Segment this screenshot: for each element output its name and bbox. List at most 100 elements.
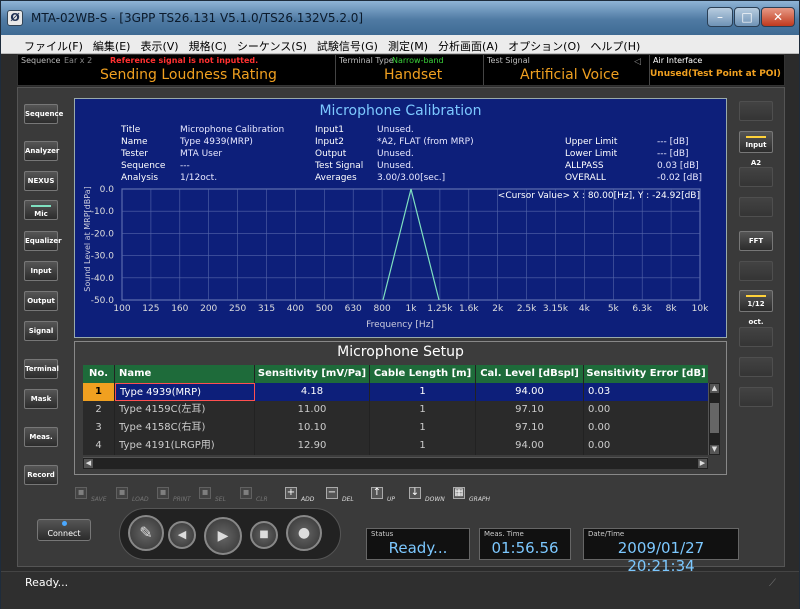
cell-cable[interactable]: 1 (370, 437, 476, 455)
status-strip: Sequence Ear x 2 Reference signal is not… (17, 54, 785, 86)
stop-icon[interactable]: ■ (250, 521, 278, 549)
save-button[interactable]: ▪ SAVE (73, 485, 113, 507)
scroll-up-icon[interactable]: ▲ (710, 384, 719, 393)
terminal-value: Handset (384, 67, 443, 83)
title-bar[interactable]: Ø MTA-02WB-S - [3GPP TS26.131 V5.1.0/TS2… (1, 1, 799, 35)
col-name[interactable]: Name (115, 365, 255, 383)
add-label: ADD (301, 496, 315, 503)
air-value: Unused(Test Point at POI) (650, 69, 781, 79)
down-button[interactable]: ↓ DOWN (407, 485, 447, 507)
cell-cal-level[interactable]: 94.00 (476, 437, 584, 455)
x-tick-label: 2.5k (517, 304, 537, 314)
nexus-button[interactable]: NEXUS (24, 171, 58, 191)
table-header: No. Name Sensitivity [mV/Pa] Cable Lengt… (83, 365, 708, 383)
menu-measure[interactable]: 測定(M) (383, 35, 433, 53)
input-a2-button[interactable]: Input A2 (739, 131, 773, 167)
col-sensitivity[interactable]: Sensitivity [mV/Pa] (255, 365, 370, 383)
pen-icon[interactable]: ✎ (128, 515, 164, 551)
menu-sequence[interactable]: シーケンス(S) (232, 35, 312, 53)
maximize-button[interactable]: □ (734, 7, 760, 27)
col-sens-error[interactable]: Sensitivity Error [dB] (584, 365, 708, 383)
right-slot-3 (739, 197, 773, 217)
app-icon: Ø (7, 10, 23, 26)
analyzer-button[interactable]: Analyzer (24, 141, 59, 161)
menu-test-signal[interactable]: 試験信号(G) (312, 35, 383, 53)
select-label: SEL (215, 496, 226, 503)
up-button[interactable]: ↑ UP (369, 485, 409, 507)
print-button[interactable]: ▪ PRINT (155, 485, 195, 507)
cell-cable[interactable]: 1 (370, 383, 476, 401)
col-no[interactable]: No. (83, 365, 115, 383)
mic-button[interactable]: Mic (24, 200, 58, 220)
terminal-button[interactable]: Terminal (24, 359, 59, 379)
x-tick-label: 160 (171, 304, 188, 314)
speaker-mute-icon[interactable]: ◀ (168, 521, 196, 549)
meas-button[interactable]: Meas. (24, 427, 58, 447)
menu-view[interactable]: 表示(V) (135, 35, 183, 53)
cell-cable[interactable]: 1 (370, 419, 476, 437)
table-vertical-scrollbar[interactable]: ▲ ▼ (708, 383, 720, 455)
fft-button[interactable]: FFT (739, 231, 773, 251)
input-a2-indicator (746, 136, 766, 138)
oct-button[interactable]: 1/12 oct. (739, 290, 773, 326)
scroll-down-icon[interactable]: ▼ (710, 445, 719, 454)
add-button[interactable]: + ADD (283, 485, 323, 507)
cell-name[interactable]: Type 4159C(左耳) (115, 401, 255, 419)
x-tick-label: 4k (579, 304, 591, 314)
scroll-thumb[interactable] (710, 403, 719, 433)
cell-sensitivity[interactable]: 11.00 (255, 401, 370, 419)
cell-cable[interactable]: 1 (370, 401, 476, 419)
menu-edit[interactable]: 編集(E) (88, 35, 136, 53)
cell-name[interactable]: Type 4158C(右耳) (115, 419, 255, 437)
setup-title: Microphone Setup (337, 344, 464, 360)
cell-sensitivity[interactable]: 10.10 (255, 419, 370, 437)
select-button[interactable]: ▪ SEL (197, 485, 237, 507)
right-slot-1 (739, 101, 773, 121)
record-icon[interactable]: ● (286, 515, 322, 551)
cell-name[interactable]: Type 4939(MRP) (115, 383, 255, 401)
menu-help[interactable]: ヘルプ(H) (585, 35, 645, 53)
sequence-button[interactable]: Sequence (24, 104, 63, 124)
table-row[interactable]: 1 Type 4939(MRP) 4.18 1 94.00 0.03 (83, 383, 708, 401)
cell-cal-level[interactable]: 97.10 (476, 401, 584, 419)
cell-sensitivity[interactable]: 4.18 (255, 383, 370, 401)
transport-controls: ✎ ◀ ▶ ■ ● (119, 508, 341, 560)
record-button[interactable]: Record (24, 465, 58, 485)
meas-time-label: Meas. Time (484, 530, 524, 538)
cell-sensitivity[interactable]: 12.90 (255, 437, 370, 455)
table-row[interactable]: 3 Type 4158C(右耳) 10.10 1 97.10 0.00 (83, 419, 708, 437)
col-cal-level[interactable]: Cal. Level [dBspl] (476, 365, 584, 383)
menu-analysis[interactable]: 分析画面(A) (433, 35, 503, 53)
equalizer-button[interactable]: Equalizer (24, 231, 62, 251)
scroll-right-icon[interactable]: ▶ (698, 459, 707, 468)
datetime-label: Date/Time (588, 530, 625, 538)
arrow-up-icon: ↑ (371, 487, 383, 499)
scroll-left-icon[interactable]: ◀ (84, 459, 93, 468)
clear-button[interactable]: ▪ CLR (238, 485, 278, 507)
cell-cal-level[interactable]: 97.10 (476, 419, 584, 437)
menu-file[interactable]: ファイル(F) (19, 35, 88, 53)
plus-icon: + (285, 487, 297, 499)
meas-time-box: Meas. Time 01:56.56 (479, 528, 571, 560)
play-icon[interactable]: ▶ (204, 517, 242, 555)
calibration-chart[interactable]: 0.0 -10.0 -20.0 -30.0 -40.0 -50.0 100 125 160 20… (75, 99, 726, 337)
cell-cal-level[interactable]: 94.00 (476, 383, 584, 401)
signal-button[interactable]: Signal (24, 321, 58, 341)
minimize-button[interactable]: – (707, 7, 733, 27)
table-row[interactable]: 2 Type 4159C(左耳) 11.00 1 97.10 0.00 (83, 401, 708, 419)
close-button[interactable]: ✕ (761, 7, 795, 27)
menu-options[interactable]: オプション(O) (503, 35, 585, 53)
table-row[interactable]: 4 Type 4191(LRGP用) 12.90 1 94.00 0.00 (83, 437, 708, 455)
table-horizontal-scrollbar[interactable]: ◀ ▶ (83, 457, 708, 469)
input-button[interactable]: Input (24, 261, 58, 281)
graph-button[interactable]: ▦ GRAPH (451, 485, 491, 507)
delete-button[interactable]: − DEL (324, 485, 364, 507)
resize-grip-icon[interactable]: ⟋ (769, 578, 776, 589)
output-button[interactable]: Output (24, 291, 58, 311)
mask-button[interactable]: Mask (24, 389, 58, 409)
cell-name[interactable]: Type 4191(LRGP用) (115, 437, 255, 455)
menu-standard[interactable]: 規格(C) (184, 35, 232, 53)
load-button[interactable]: ▪ LOAD (114, 485, 154, 507)
col-cable[interactable]: Cable Length [m] (370, 365, 476, 383)
oct-indicator (746, 295, 766, 297)
